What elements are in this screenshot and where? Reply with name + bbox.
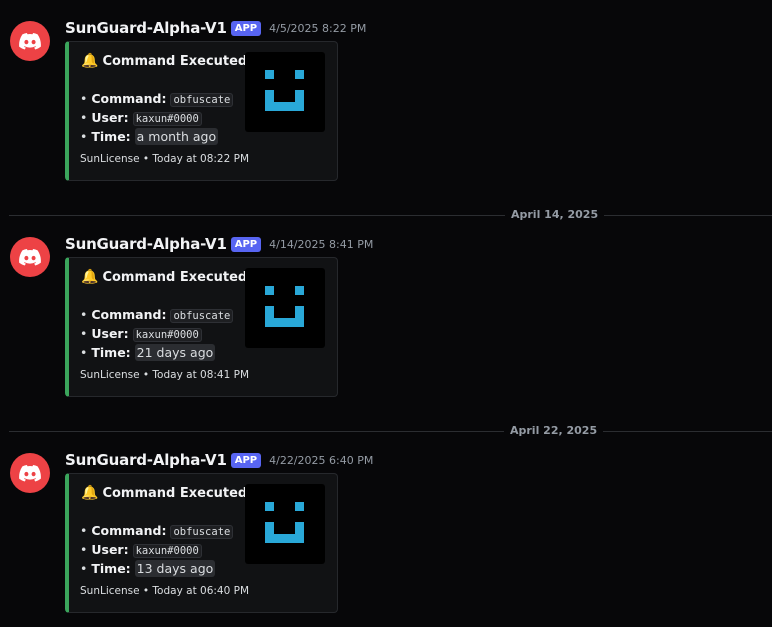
embed-card: 🔔 Command Executed • Command: obfuscate … [65, 473, 338, 613]
username[interactable]: SunGuard-Alpha-V1 [65, 235, 227, 253]
embed-card: 🔔 Command Executed • Command: obfuscate … [65, 41, 338, 181]
embed-fields: • Command: obfuscate • User: kaxun#0000 … [80, 521, 234, 578]
smiley-face-icon [265, 70, 304, 111]
message-timestamp[interactable]: 4/22/2025 6:40 PM [269, 454, 373, 467]
smiley-face-icon [265, 286, 304, 327]
embed-thumbnail[interactable] [245, 52, 325, 132]
message-timestamp[interactable]: 4/14/2025 8:41 PM [269, 238, 373, 251]
embed-footer: SunLicense • Today at 08:22 PM [80, 153, 250, 165]
embed-field-time: • Time: 21 days ago [80, 344, 216, 361]
message-timestamp[interactable]: 4/5/2025 8:22 PM [269, 22, 366, 35]
app-badge: APP [230, 452, 262, 468]
date-divider [9, 431, 772, 432]
bell-icon: 🔔 [81, 485, 99, 501]
user-code: kaxun#0000 [132, 112, 202, 126]
user-code: kaxun#0000 [132, 328, 202, 342]
embed-title: 🔔 Command Executed [81, 269, 247, 285]
relative-time[interactable]: a month ago [134, 128, 219, 145]
relative-time[interactable]: 21 days ago [134, 344, 216, 361]
discord-logo-icon [19, 464, 41, 481]
date-divider-label: April 22, 2025 [504, 424, 604, 437]
embed-thumbnail[interactable] [245, 484, 325, 564]
avatar[interactable] [10, 237, 50, 277]
bell-icon: 🔔 [81, 53, 99, 69]
embed-field-time: • Time: a month ago [80, 128, 219, 145]
username[interactable]: SunGuard-Alpha-V1 [65, 451, 227, 469]
app-badge: APP [230, 20, 262, 36]
embed-title-text: Command Executed [102, 53, 248, 69]
app-badge: APP [230, 236, 262, 252]
embed-field-time: • Time: 13 days ago [80, 560, 216, 577]
message-header: SunGuard-Alpha-V1 APP 4/14/2025 8:41 PM [65, 235, 373, 253]
embed-field-command: • Command: obfuscate [80, 89, 234, 108]
message-header: SunGuard-Alpha-V1 APP 4/5/2025 8:22 PM [65, 19, 366, 37]
command-code: obfuscate [170, 525, 234, 539]
relative-time[interactable]: 13 days ago [134, 560, 216, 577]
embed-field-user: • User: kaxun#0000 [80, 540, 233, 559]
embed-title: 🔔 Command Executed [81, 485, 247, 501]
date-divider-label: April 14, 2025 [505, 208, 605, 221]
embed-field-command: • Command: obfuscate [80, 521, 234, 540]
embed-footer: SunLicense • Today at 06:40 PM [80, 585, 250, 597]
avatar[interactable] [10, 21, 50, 61]
user-code: kaxun#0000 [132, 544, 202, 558]
embed-fields: • Command: obfuscate • User: kaxun#0000 … [80, 89, 234, 146]
smiley-face-icon [265, 502, 304, 543]
embed-card: 🔔 Command Executed • Command: obfuscate … [65, 257, 338, 397]
embed-thumbnail[interactable] [245, 268, 325, 348]
embed-field-command: • Command: obfuscate [80, 305, 234, 324]
embed-footer: SunLicense • Today at 08:41 PM [80, 369, 250, 381]
message-header: SunGuard-Alpha-V1 APP 4/22/2025 6:40 PM [65, 451, 373, 469]
embed-title-text: Command Executed [102, 485, 248, 501]
bell-icon: 🔔 [81, 269, 99, 285]
avatar[interactable] [10, 453, 50, 493]
username[interactable]: SunGuard-Alpha-V1 [65, 19, 227, 37]
command-code: obfuscate [170, 309, 234, 323]
chat-message-list: SunGuard-Alpha-V1 APP 4/5/2025 8:22 PM 🔔… [0, 0, 772, 627]
embed-field-user: • User: kaxun#0000 [80, 108, 233, 127]
discord-logo-icon [19, 32, 41, 49]
command-code: obfuscate [170, 93, 234, 107]
discord-logo-icon [19, 248, 41, 265]
embed-fields: • Command: obfuscate • User: kaxun#0000 … [80, 305, 234, 362]
embed-title-text: Command Executed [102, 269, 248, 285]
embed-title: 🔔 Command Executed [81, 53, 247, 69]
embed-field-user: • User: kaxun#0000 [80, 324, 233, 343]
date-divider [9, 215, 772, 216]
